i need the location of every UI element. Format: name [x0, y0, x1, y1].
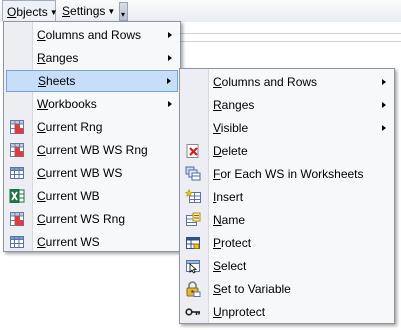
key-icon	[185, 304, 201, 320]
loop-icon	[185, 166, 201, 182]
background-divider	[180, 41, 401, 42]
chevron-down-icon: ▾	[121, 10, 126, 19]
menu-item-for-each-ws-in-worksheets[interactable]: For Each WS in Worksheets	[182, 163, 392, 185]
submenu-arrow-icon	[382, 79, 386, 85]
menu-item-unprotect[interactable]: Unprotect	[182, 301, 392, 323]
menu-item-label: Protect	[213, 236, 252, 250]
delete-icon	[185, 143, 201, 159]
menu-item-current-wb[interactable]: Current WB	[6, 185, 178, 207]
menu-item-label: Unprotect	[213, 305, 266, 319]
settings-menu-button[interactable]: Settings ▼	[58, 0, 118, 21]
menu-item-label: Current WB WS Rng	[37, 143, 148, 157]
menu-item-label: Name	[213, 213, 246, 227]
menu-item-label: Current Rng	[37, 120, 103, 134]
menu-item-label: Current WB	[37, 189, 100, 203]
toolbar: Objects ▼ Settings ▼ ▾	[0, 0, 401, 22]
menu-item-set-to-variable[interactable]: Set to Variable	[182, 278, 392, 300]
menu-item-current-rng[interactable]: Current Rng	[6, 116, 178, 138]
submenu-arrow-icon	[168, 101, 172, 107]
background-divider	[180, 33, 401, 34]
menu-item-ranges[interactable]: Ranges	[182, 94, 392, 116]
menu-item-label: Current WS Rng	[37, 212, 126, 226]
menu-item-label: Set to Variable	[213, 282, 291, 296]
sheet-grid-icon	[9, 234, 25, 250]
submenu-arrow-icon	[167, 78, 171, 84]
menu-item-label: Columns and Rows	[213, 75, 318, 89]
objects-dropdown-menu: Columns and Rows Ranges Sheets Workbooks Cur…	[3, 21, 181, 252]
submenu-arrow-icon	[382, 125, 386, 131]
select-icon	[185, 258, 201, 274]
menu-item-columns-and-rows[interactable]: Columns and Rows	[182, 71, 392, 93]
objects-menu-button[interactable]: Objects ▼	[2, 0, 58, 21]
protect-icon	[185, 235, 201, 251]
range-grid-icon	[9, 119, 25, 135]
menu-item-label: Workbooks	[37, 97, 97, 111]
excel-icon	[9, 188, 25, 204]
menu-item-protect[interactable]: Protect	[182, 232, 392, 254]
menu-item-delete[interactable]: Delete	[182, 140, 392, 162]
menu-item-visible[interactable]: Visible	[182, 117, 392, 139]
menu-item-current-ws-rng[interactable]: Current WS Rng	[6, 208, 178, 230]
lock-variable-icon	[185, 281, 201, 297]
menu-item-label: For Each WS in Worksheets	[213, 167, 364, 181]
settings-menu-label: Settings	[62, 4, 106, 18]
menu-item-current-wb-ws[interactable]: Current WB WS	[6, 162, 178, 184]
menu-item-name[interactable]: Name	[182, 209, 392, 231]
submenu-arrow-icon	[168, 32, 172, 38]
range-grid-icon	[9, 211, 25, 227]
menu-item-label: Insert	[213, 190, 244, 204]
menu-item-workbooks[interactable]: Workbooks	[6, 93, 178, 115]
menu-item-current-ws[interactable]: Current WS	[6, 231, 178, 253]
menu-item-label: Visible	[213, 121, 249, 135]
menu-item-label: Ranges	[213, 98, 255, 112]
chevron-down-icon: ▼	[49, 8, 58, 17]
toolbar-options-grip[interactable]: ▾	[119, 2, 128, 21]
insert-icon	[184, 188, 201, 205]
menu-item-label: Columns and Rows	[37, 28, 142, 42]
menu-item-label: Select	[213, 259, 247, 273]
menu-item-current-wb-ws-rng[interactable]: Current WB WS Rng	[6, 139, 178, 161]
chevron-down-icon: ▼	[107, 7, 116, 16]
menu-item-select[interactable]: Select	[182, 255, 392, 277]
submenu-arrow-icon	[168, 55, 172, 61]
menu-item-ranges[interactable]: Ranges	[6, 47, 178, 69]
submenu-arrow-icon	[382, 102, 386, 108]
objects-menu-label: Objects	[7, 5, 48, 19]
rename-icon	[185, 212, 201, 228]
menu-item-label: Ranges	[37, 51, 79, 65]
sheet-grid-icon	[9, 165, 25, 181]
menu-item-label: Sheets	[38, 74, 76, 88]
range-grid-icon	[9, 142, 25, 158]
menu-item-sheets[interactable]: Sheets	[6, 70, 178, 92]
menu-item-label: Current WS	[37, 235, 100, 249]
menu-item-columns-and-rows[interactable]: Columns and Rows	[6, 24, 178, 46]
menu-item-label: Current WB WS	[37, 166, 123, 180]
menu-item-insert[interactable]: Insert	[182, 186, 392, 208]
menu-item-label: Delete	[213, 144, 248, 158]
sheets-submenu: Columns and Rows Ranges Visible Delete For E…	[179, 68, 395, 324]
